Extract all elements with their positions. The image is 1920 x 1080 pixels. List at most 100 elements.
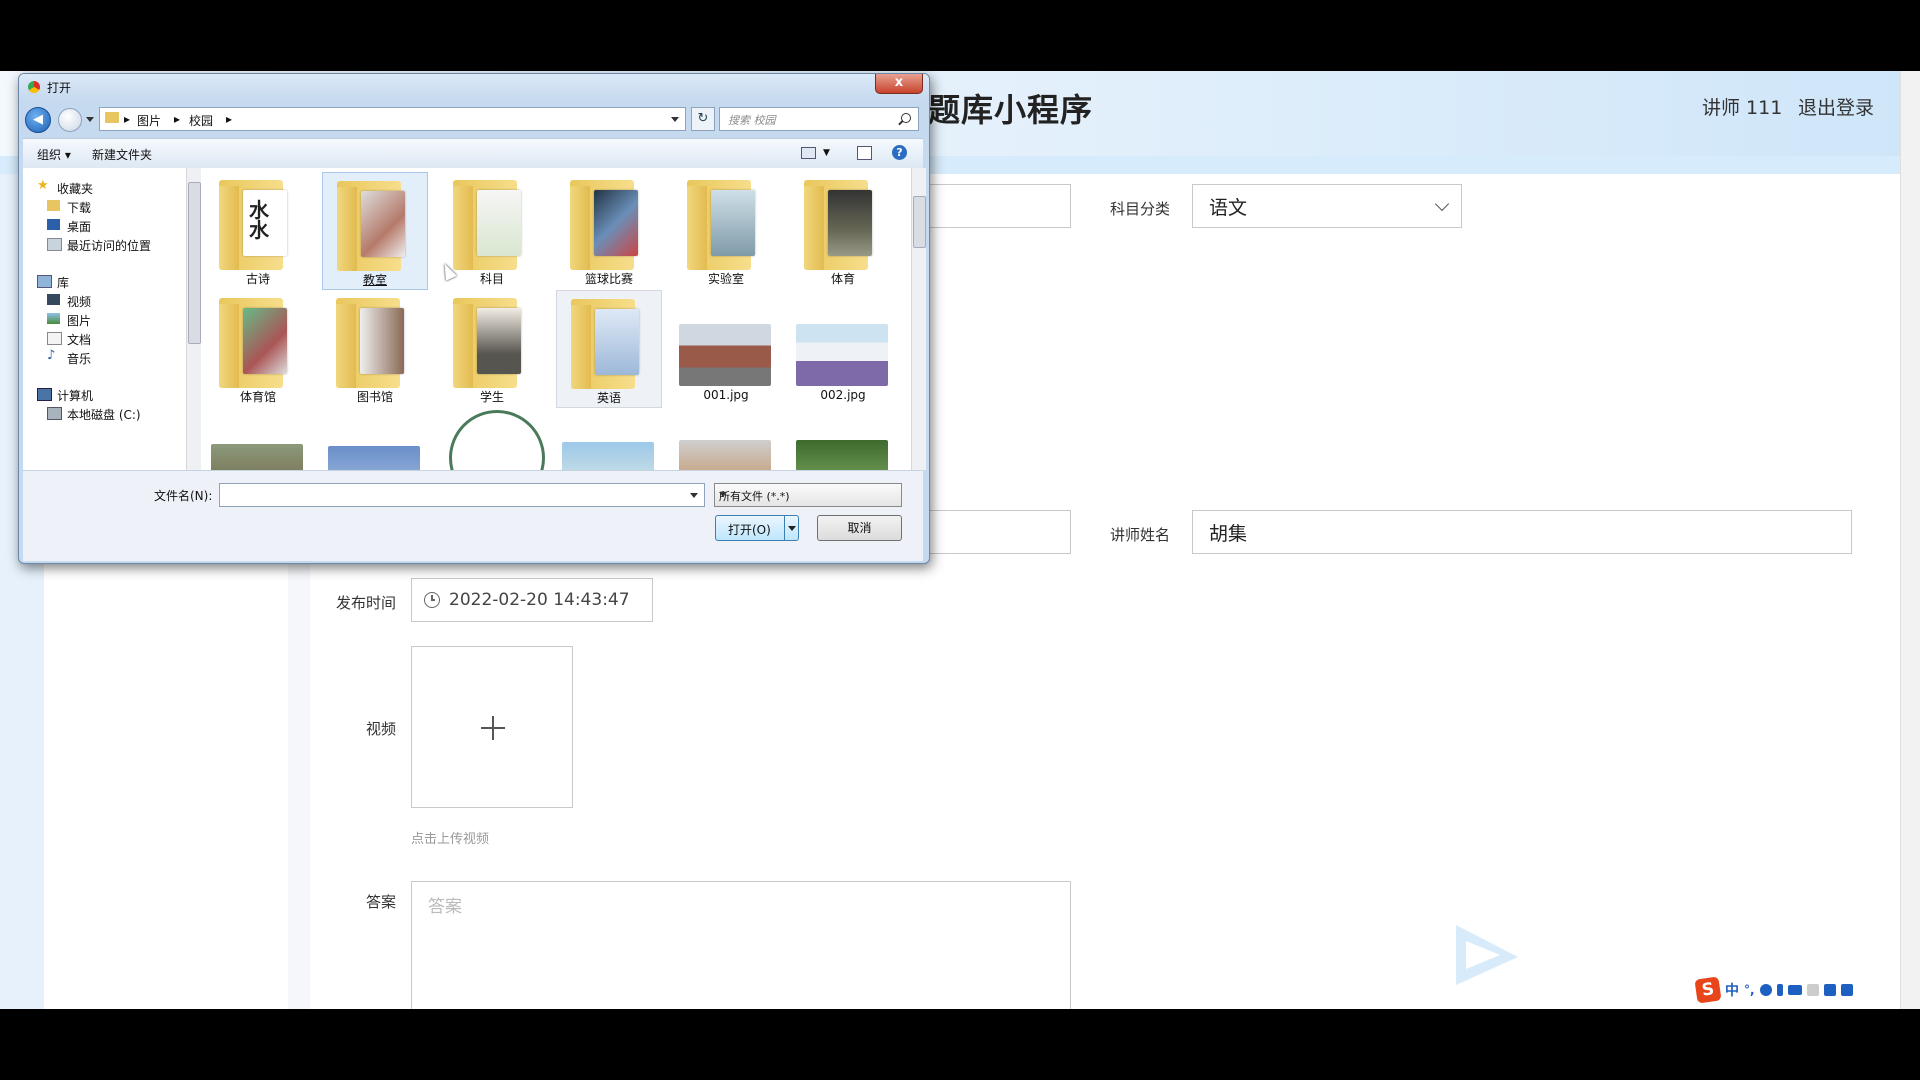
desktop-icon	[47, 219, 60, 230]
back-arrow-icon[interactable]: ◀	[25, 107, 51, 133]
preview-pane-icon[interactable]	[857, 146, 872, 160]
refresh-icon[interactable]: ↻	[691, 107, 715, 131]
teacher-name-field[interactable]: 胡集	[1192, 510, 1852, 554]
folder-sports[interactable]: 体育	[790, 172, 896, 290]
filename-dropdown-icon[interactable]	[690, 493, 698, 498]
folder-basketball[interactable]: 篮球比赛	[556, 172, 662, 290]
image-partial[interactable]	[205, 408, 311, 470]
image-partial[interactable]	[556, 408, 662, 470]
folder-icon	[687, 176, 765, 270]
folder-gushi[interactable]: 水水 古诗	[205, 172, 311, 290]
keyboard-icon[interactable]	[1787, 985, 1802, 995]
history-dropdown-icon[interactable]	[86, 117, 94, 122]
sogou-logo-icon[interactable]: S	[1694, 976, 1722, 1004]
skin-icon[interactable]	[1823, 984, 1836, 996]
item-label: 体育馆	[239, 390, 276, 404]
toolbox-icon[interactable]	[1840, 984, 1853, 996]
dialog-title: 打开	[47, 81, 72, 95]
address-bar[interactable]: ▸ 图片 ▸ 校园 ▸	[99, 107, 686, 131]
publish-time-picker[interactable]: 2022-02-20 14:43:47	[411, 578, 653, 622]
open-file-dialog: 打开 x ◀ ▸ 图片 ▸ 校园 ▸ ↻ 搜索 校园 组织 ▾ 新建文件夹 ▼ …	[18, 73, 930, 564]
folder-icon	[336, 294, 414, 388]
answer-label: 答案	[366, 893, 397, 911]
breadcrumb-campus[interactable]: 校园	[189, 112, 213, 129]
video-upload-button[interactable]	[411, 646, 573, 808]
file-type-select[interactable]: 所有文件 (*.*)	[714, 483, 902, 507]
folder-classroom[interactable]: 教室	[322, 172, 428, 290]
help-icon[interactable]: ?	[892, 145, 907, 160]
image-partial[interactable]	[790, 408, 896, 470]
dialog-titlebar: 打开 x	[19, 74, 929, 100]
folder-students[interactable]: 学生	[439, 290, 545, 408]
ime-mode-toggle[interactable]: 中	[1725, 980, 1739, 1000]
clock-icon	[424, 592, 440, 608]
filename-input[interactable]	[219, 483, 705, 507]
image-002[interactable]: 002.jpg	[790, 290, 896, 408]
teacher-name-value: 胡集	[1209, 522, 1248, 545]
upload-hint: 点击上传视频	[411, 832, 490, 847]
logout-link[interactable]: 退出登录	[1798, 93, 1874, 120]
item-label: 002.jpg	[820, 388, 866, 402]
folder-library[interactable]: 图书馆	[322, 290, 428, 408]
nav-label: 桌面	[67, 220, 92, 234]
microphone-icon[interactable]	[1776, 984, 1783, 996]
emoji-icon[interactable]	[1759, 984, 1772, 996]
scroll-thumb[interactable]	[188, 182, 201, 344]
dialog-toolbar: 组织 ▾ 新建文件夹 ▼ ?	[23, 138, 923, 169]
subject-label: 科目分类	[1110, 200, 1171, 218]
address-row: ◀ ▸ 图片 ▸ 校园 ▸ ↻ 搜索 校园	[25, 105, 921, 133]
new-folder-button[interactable]: 新建文件夹	[92, 146, 152, 163]
navigation-pane: ★ 收藏夹 下载 桌面 最近访问的位置 库 视频 图片 文档 ♪ 音乐 计算机 …	[23, 168, 186, 470]
search-icon	[901, 113, 911, 123]
folder-gym[interactable]: 体育馆	[205, 290, 311, 408]
folder-lab[interactable]: 实验室	[673, 172, 779, 290]
school-seal-icon	[449, 410, 545, 470]
library-icon	[37, 275, 52, 288]
chevron-down-icon	[1434, 196, 1450, 212]
teacher-label: 讲师姓名	[1110, 526, 1171, 544]
chrome-icon	[28, 81, 40, 93]
item-label: 学生	[479, 390, 504, 404]
item-label: 图书馆	[356, 390, 393, 404]
close-button[interactable]: x	[875, 74, 923, 94]
breadcrumb-pictures[interactable]: 图片	[137, 112, 161, 129]
navigation-scrollbar[interactable]	[186, 168, 201, 470]
image-001[interactable]: 001.jpg	[673, 290, 779, 408]
current-user: 讲师 111	[1702, 97, 1783, 119]
search-input[interactable]: 搜索 校园	[719, 107, 919, 131]
address-dropdown-icon[interactable]	[671, 117, 679, 122]
image-partial[interactable]	[439, 408, 545, 470]
file-list-scrollbar[interactable]	[911, 168, 926, 470]
folder-icon	[570, 176, 648, 270]
view-dropdown-icon[interactable]: ▼	[823, 148, 830, 158]
item-label: 实验室	[707, 272, 744, 286]
file-type-value: 所有文件 (*.*)	[719, 490, 790, 503]
page-scrollbar[interactable]	[1900, 71, 1920, 1009]
computer-icon	[37, 388, 52, 401]
open-button[interactable]: 打开(O)	[715, 515, 799, 541]
user-icon[interactable]	[1806, 984, 1819, 996]
answer-textarea[interactable]: 答案	[411, 881, 1071, 1009]
punctuation-toggle[interactable]: °,	[1744, 983, 1755, 997]
folder-icon	[453, 294, 531, 388]
nav-label: 收藏夹	[57, 182, 94, 196]
cancel-button[interactable]: 取消	[817, 515, 902, 541]
chevron-right-icon: ▸	[124, 112, 131, 126]
title-field[interactable]	[920, 184, 1071, 228]
thumbnail-image	[679, 324, 771, 386]
open-options-dropdown-icon[interactable]	[788, 526, 796, 531]
author-field[interactable]	[920, 510, 1071, 554]
nav-label: 图片	[67, 314, 92, 328]
image-partial[interactable]	[322, 408, 428, 470]
organize-menu[interactable]: 组织 ▾	[37, 146, 71, 163]
recent-places-icon	[47, 238, 62, 251]
item-label: 篮球比赛	[584, 272, 633, 286]
view-options-icon[interactable]	[801, 147, 816, 159]
folder-english[interactable]: 英语	[556, 290, 662, 408]
forward-arrow-icon[interactable]	[58, 108, 82, 132]
folder-icon	[105, 112, 119, 123]
scroll-thumb[interactable]	[913, 196, 926, 248]
image-partial[interactable]	[673, 408, 779, 470]
subject-select[interactable]: 语文	[1192, 184, 1462, 228]
documents-library-icon	[47, 332, 62, 345]
